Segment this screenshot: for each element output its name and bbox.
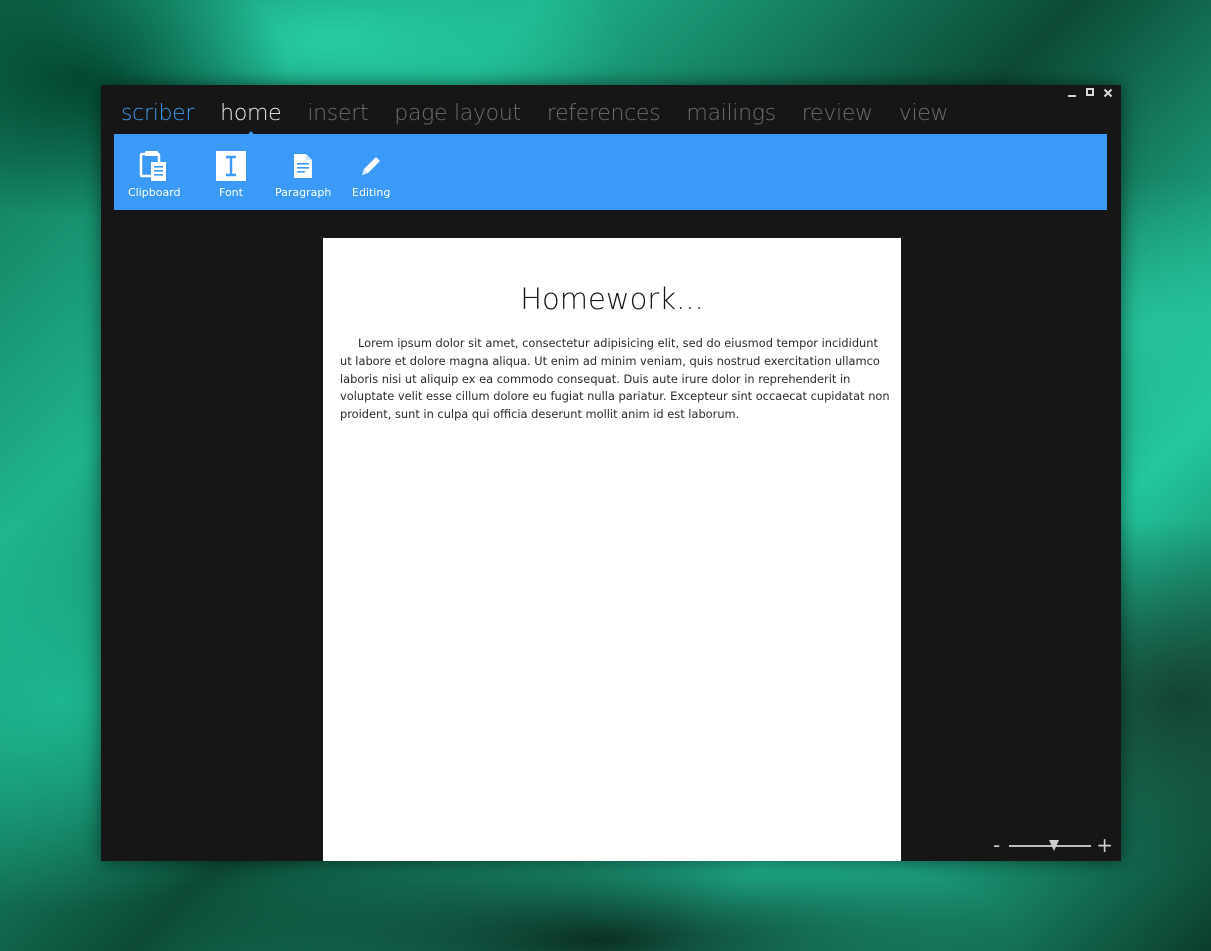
- close-icon: [1103, 88, 1113, 98]
- tab-insert[interactable]: insert: [307, 101, 368, 126]
- maximize-button[interactable]: [1081, 87, 1099, 103]
- paragraph-label: Paragraph: [275, 186, 332, 199]
- font-icon: [216, 151, 246, 181]
- zoom-control: - +: [993, 835, 1113, 855]
- zoom-out-button[interactable]: -: [993, 835, 1000, 855]
- menu-tabs: scriber home insert page layout referenc…: [121, 93, 974, 139]
- tab-view[interactable]: view: [899, 101, 949, 126]
- minimize-button[interactable]: [1063, 87, 1081, 103]
- minimize-icon: [1068, 95, 1076, 97]
- document-body[interactable]: Lorem ipsum dolor sit amet, consectetur …: [340, 335, 893, 424]
- app-window: scriber home insert page layout referenc…: [101, 85, 1121, 861]
- zoom-slider-thumb[interactable]: [1049, 840, 1060, 851]
- ribbon-toolbar: Clipboard Font Paragraph Editing: [114, 134, 1107, 210]
- ribbon-group-clipboard[interactable]: Clipboard: [128, 148, 181, 199]
- app-brand[interactable]: scriber: [121, 101, 194, 126]
- paragraph-icon: [294, 154, 313, 178]
- tab-mailings[interactable]: mailings: [686, 101, 776, 126]
- pencil-icon: [362, 157, 381, 175]
- editing-label: Editing: [352, 186, 391, 199]
- maximize-icon: [1086, 88, 1094, 96]
- close-button[interactable]: [1099, 87, 1117, 103]
- tab-references[interactable]: references: [547, 101, 661, 126]
- zoom-in-button[interactable]: +: [1096, 835, 1113, 855]
- window-controls: [1063, 87, 1117, 103]
- ribbon-group-font[interactable]: Font: [216, 148, 246, 199]
- document-title[interactable]: Homework...: [323, 282, 901, 316]
- document-page[interactable]: Homework... Lorem ipsum dolor sit amet, …: [323, 238, 901, 861]
- tab-review[interactable]: review: [802, 101, 873, 126]
- clipboard-icon: [140, 151, 167, 181]
- tab-home[interactable]: home: [220, 100, 282, 139]
- clipboard-label: Clipboard: [128, 186, 181, 199]
- font-label: Font: [219, 186, 243, 199]
- tab-home-label: home: [220, 100, 282, 126]
- ribbon-group-editing[interactable]: Editing: [352, 148, 390, 199]
- ribbon-group-paragraph[interactable]: Paragraph: [275, 148, 331, 199]
- tab-page-layout[interactable]: page layout: [394, 101, 521, 126]
